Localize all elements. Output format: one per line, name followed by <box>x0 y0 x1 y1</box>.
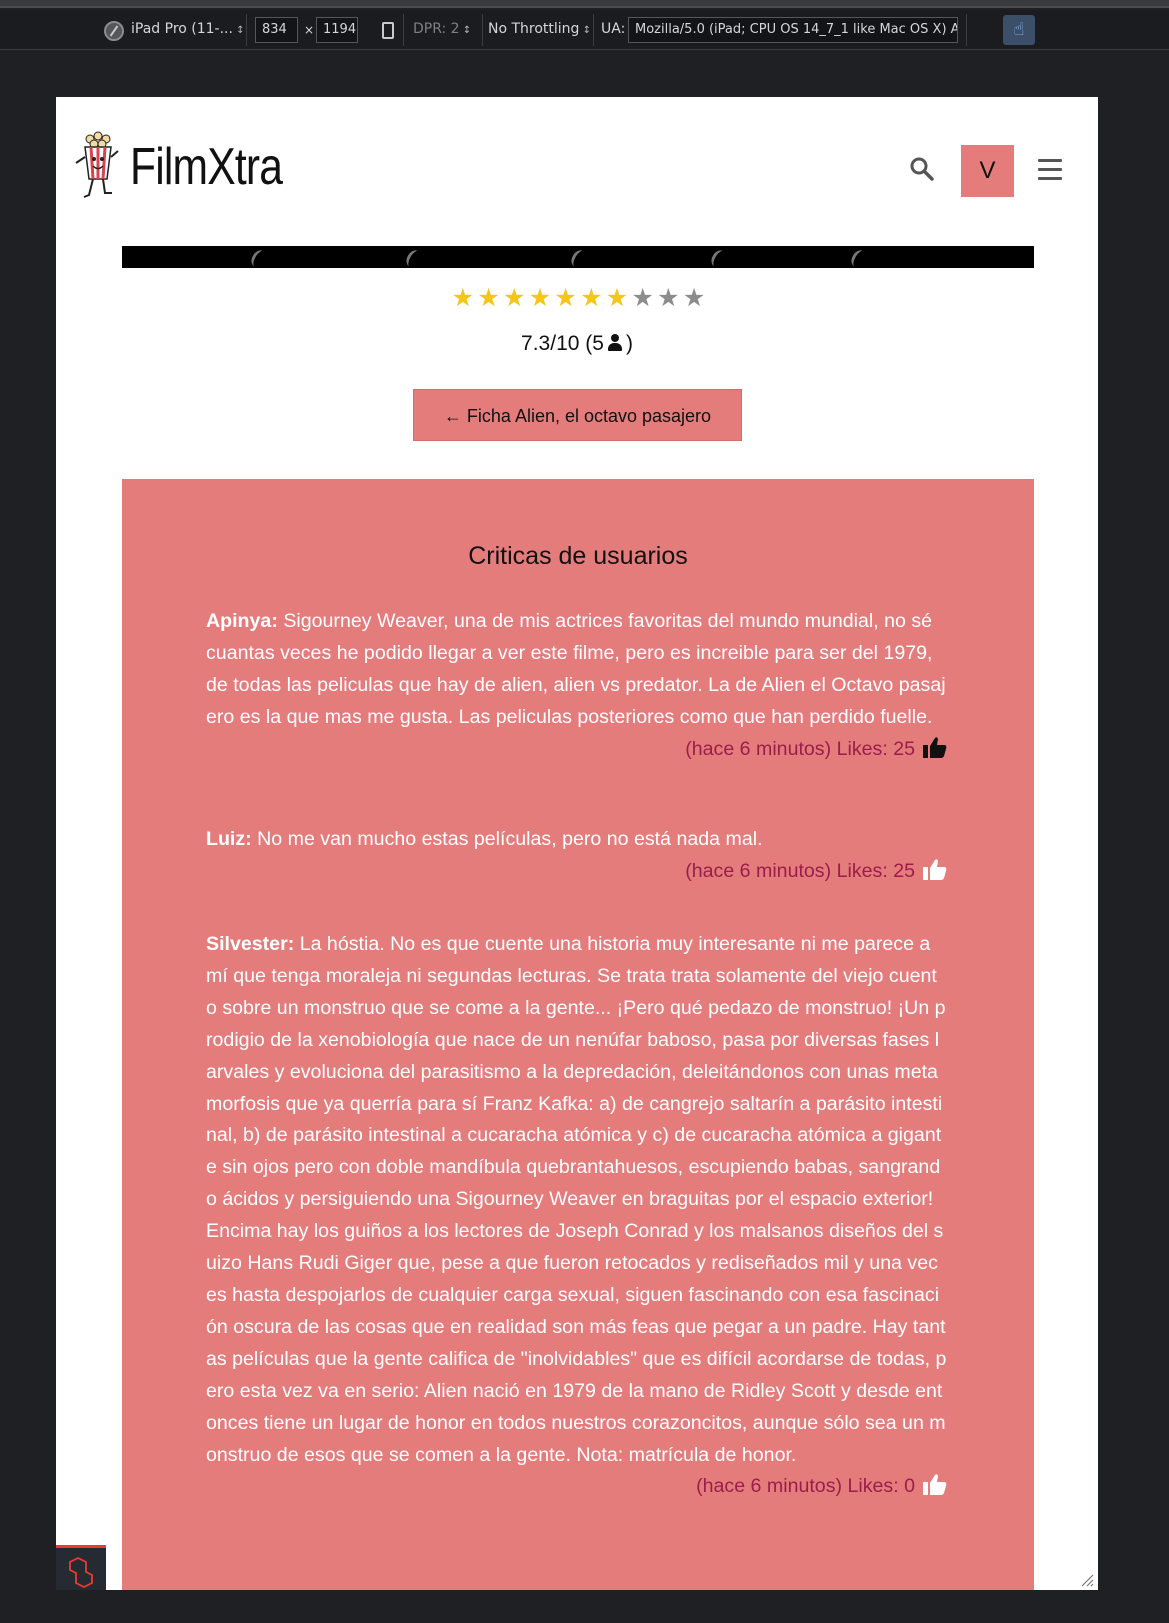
star-icon: ★ <box>631 283 654 312</box>
review-meta: (hace 6 minutos) Likes: 25 <box>206 734 947 766</box>
rotate-icon[interactable] <box>382 22 394 39</box>
rating-summary: 7.3/10 (5) <box>56 332 1098 356</box>
star-icon: ★ <box>503 283 526 312</box>
toolbar-divider <box>482 14 483 46</box>
devtools-device-toolbar: iPad Pro (11-... 834 × 1194 DPR: 2 No Th… <box>0 10 1169 50</box>
resize-grip-icon[interactable] <box>1080 1572 1094 1587</box>
star-icon: ★ <box>477 283 500 312</box>
star-icon: ★ <box>554 283 577 312</box>
star-icon: ★ <box>657 283 680 312</box>
review-body: Luiz: No me van mucho estas películas, p… <box>206 824 947 856</box>
review-meta: (hace 6 minutos) Likes: 25 <box>206 856 947 888</box>
review-meta: (hace 6 minutos) Likes: 0 <box>206 1471 947 1503</box>
review-item: Apinya: Sigourney Weaver, una de mis act… <box>206 606 947 766</box>
logo-text: FilmXtra <box>130 138 283 196</box>
review-author: Silvester: <box>206 933 295 955</box>
thumbs-up-icon[interactable] <box>923 858 947 880</box>
movie-poster <box>122 246 1034 268</box>
review-text: Sigourney Weaver, una de mis actrices fa… <box>206 610 946 728</box>
user-icon <box>607 334 622 351</box>
emulated-viewport: FilmXtra V ★ ★ ★ ★ ★ ★ ★ ★ ★ ★ 7.3/10 (5) ← Ficha… <box>56 97 1098 1590</box>
review-text: No me van mucho estas películas, pero no… <box>257 828 763 850</box>
thumbs-up-icon[interactable] <box>923 1473 947 1496</box>
search-icon[interactable] <box>908 155 936 183</box>
laravel-icon[interactable] <box>56 1545 106 1590</box>
menu-icon[interactable] <box>1038 159 1062 180</box>
device-icon <box>104 21 124 41</box>
throttling-select[interactable]: No Throttling <box>488 21 591 37</box>
star-icon: ★ <box>682 283 706 312</box>
rating-score: 7.3/10 (5 <box>521 332 604 355</box>
site-logo[interactable]: FilmXtra <box>74 131 316 203</box>
rating-close: ) <box>625 332 633 355</box>
device-select[interactable]: iPad Pro (11-... <box>131 21 245 37</box>
review-author: Luiz: <box>206 828 252 850</box>
review-item: Silvester: La hóstia. No es que cuente u… <box>206 929 947 1503</box>
viewport-width-input[interactable]: 834 <box>255 17 298 43</box>
dpr-select[interactable]: DPR: 2 <box>413 21 471 37</box>
user-reviews-section: Criticas de usuarios Apinya: Sigourney W… <box>122 479 1034 1590</box>
ua-label: UA: <box>601 21 626 37</box>
toolbar-divider <box>246 14 247 46</box>
review-item: Luiz: No me van mucho estas películas, p… <box>206 824 947 888</box>
reviews-title: Criticas de usuarios <box>468 542 688 570</box>
toolbar-divider <box>966 14 967 46</box>
star-icon: ★ <box>605 283 629 312</box>
toolbar-divider <box>593 14 594 46</box>
star-icon: ★ <box>580 283 603 312</box>
devtools-top-border <box>0 0 1169 8</box>
touch-icon[interactable]: ☝ <box>1003 15 1035 45</box>
review-likes: (hace 6 minutos) Likes: 0 <box>696 1475 915 1498</box>
review-author: Apinya: <box>206 610 278 632</box>
rating-stars: ★ ★ ★ ★ ★ ★ ★ ★ ★ ★ <box>450 285 707 311</box>
dimension-separator: × <box>304 23 315 37</box>
review-body: Apinya: Sigourney Weaver, una de mis act… <box>206 606 947 734</box>
viewport-height-input[interactable]: 1194 <box>316 17 358 43</box>
review-likes: (hace 6 minutos) Likes: 25 <box>685 737 915 760</box>
star-icon: ★ <box>451 283 475 312</box>
user-agent-input[interactable]: Mozilla/5.0 (iPad; CPU OS 14_7_1 like Ma… <box>628 17 958 43</box>
thumbs-up-icon[interactable] <box>923 736 947 758</box>
review-likes: (hace 6 minutos) Likes: 25 <box>685 859 915 882</box>
review-text: La hóstia. No es que cuente una historia… <box>206 933 947 1466</box>
popcorn-logo-icon <box>74 131 126 203</box>
toolbar-divider <box>403 14 404 46</box>
user-menu-button[interactable]: V <box>961 145 1014 197</box>
review-body: Silvester: La hóstia. No es que cuente u… <box>206 929 947 1471</box>
star-icon: ★ <box>528 283 552 312</box>
back-to-movie-button[interactable]: ← Ficha Alien, el octavo pasajero <box>413 389 742 441</box>
